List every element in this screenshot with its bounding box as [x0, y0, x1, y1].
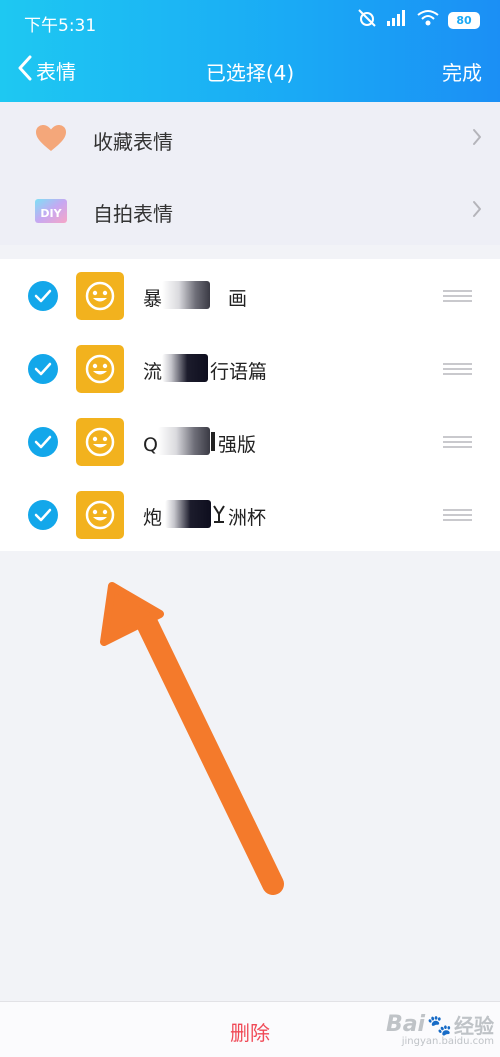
redacted-text [165, 500, 211, 528]
checkbox-checked[interactable] [28, 427, 58, 457]
menu-item-diy[interactable]: DIY 自拍表情 [0, 174, 500, 245]
checkbox-checked[interactable] [28, 500, 58, 530]
drag-handle-icon[interactable] [443, 436, 472, 448]
smiley-icon [76, 418, 124, 466]
heart-icon [34, 121, 68, 155]
checkbox-checked[interactable] [28, 354, 58, 384]
list-item[interactable]: 炮洲杯 [0, 478, 500, 551]
smiley-icon [76, 345, 124, 393]
smiley-icon [76, 491, 124, 539]
status-time: 下午5:31 [24, 16, 97, 36]
page-title: 已选择(4) [205, 61, 295, 85]
chevron-right-icon [472, 200, 482, 222]
app-header: 下午5:31 80 表情 已选择(4) 完成 [0, 0, 500, 102]
drag-handle-icon[interactable] [443, 509, 472, 521]
drag-handle-icon[interactable] [443, 363, 472, 375]
menu-item-label: 收藏表情 [93, 130, 173, 154]
sticker-list: 暴画 流行语篇 Q 强版 炮 洲杯 [0, 259, 500, 551]
drag-handle-icon[interactable] [443, 290, 472, 302]
watermark-url: jingyan.baidu.com [401, 1036, 494, 1047]
sticker-menu: 收藏表情 DIY 自拍表情 [0, 102, 500, 245]
done-button[interactable]: 完成 [442, 57, 482, 86]
list-item[interactable]: 流行语篇 [0, 332, 500, 405]
alarm-off-icon [357, 8, 377, 32]
bottom-action-bar: 删除 [0, 1001, 500, 1057]
redacted-text [162, 281, 210, 309]
partial-glyph [212, 504, 226, 524]
chevron-right-icon [472, 128, 482, 150]
list-item[interactable]: 暴画 [0, 259, 500, 332]
signal-icon [386, 9, 408, 31]
svg-text:DIY: DIY [40, 207, 62, 220]
status-icons: 80 [357, 9, 480, 31]
nav-bar: 表情 已选择(4) 完成 [0, 46, 500, 94]
menu-item-label: 自拍表情 [93, 202, 173, 226]
menu-item-favorites[interactable]: 收藏表情 [0, 102, 500, 173]
redacted-text [158, 427, 210, 455]
diy-icon: DIY [34, 193, 68, 227]
redacted-text [162, 354, 208, 382]
smiley-icon [76, 272, 124, 320]
checkbox-checked[interactable] [28, 281, 58, 311]
partial-glyph [211, 432, 215, 451]
wifi-icon [417, 9, 439, 31]
list-item[interactable]: Q 强版 [0, 405, 500, 478]
status-bar: 下午5:31 80 [0, 0, 500, 40]
battery-icon: 80 [448, 11, 480, 29]
